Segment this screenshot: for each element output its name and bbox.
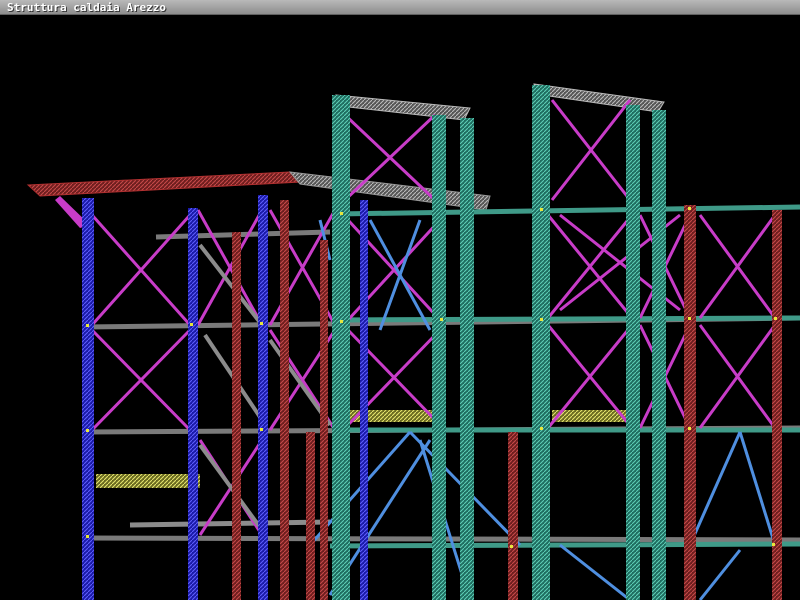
application-window: Struttura caldaia Arezzo [0, 0, 800, 600]
title-bar[interactable]: Struttura caldaia Arezzo [0, 0, 800, 15]
structure-wireframe [26, 83, 800, 600]
structure-3d-viewport[interactable] [0, 15, 800, 600]
window-title: Struttura caldaia Arezzo [7, 1, 166, 14]
